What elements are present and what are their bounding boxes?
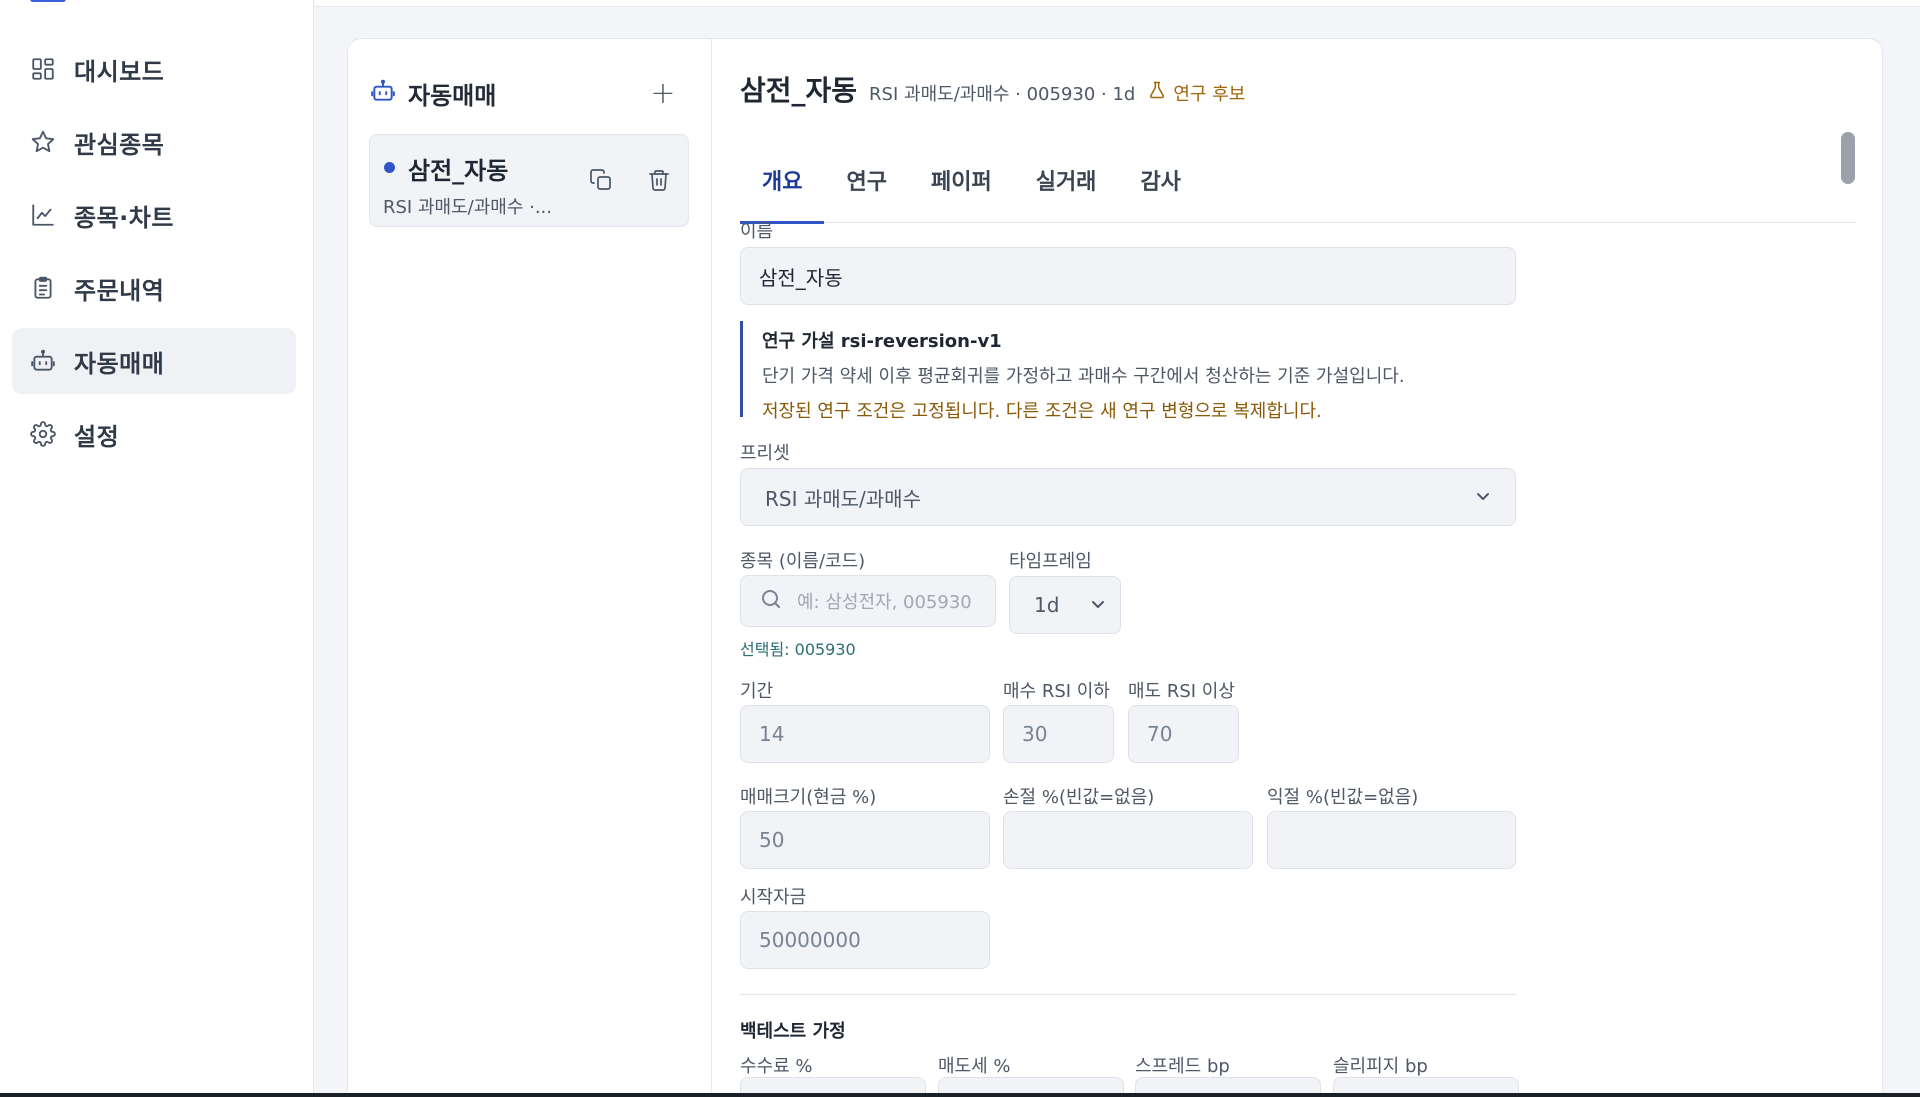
flask-icon bbox=[1147, 80, 1167, 105]
scrollbar-thumb[interactable] bbox=[1841, 132, 1855, 184]
preset-select-value: RSI 과매도/과매수 bbox=[765, 486, 921, 511]
strategy-detail-panel: 삼전_자동 RSI 과매도/과매수 · 005930 · 1d 연구 후보 개요… bbox=[740, 39, 1860, 1097]
timeframe-select-value: 1d bbox=[1034, 593, 1060, 617]
clipboard-icon bbox=[30, 275, 56, 301]
symbol-label: 종목 (이름/코드) bbox=[740, 551, 866, 572]
status-badge-label: 연구 후보 bbox=[1173, 83, 1246, 105]
sidebar-item-orders[interactable]: 주문내역 bbox=[12, 255, 296, 321]
sidebar-item-label: 대시보드 bbox=[74, 57, 165, 86]
detail-header: 삼전_자동 RSI 과매도/과매수 · 005930 · 1d 연구 후보 bbox=[740, 69, 1245, 109]
strategy-list-header: 자동매매 + bbox=[370, 73, 680, 113]
auto-trading-card: 자동매매 + 삼전_자동 RSI 과매도/과매수 ·... 삼전_자동 RSI … bbox=[347, 38, 1883, 1097]
hypothesis-warning: 저장된 연구 조건은 고정됩니다. 다른 조건은 새 연구 변형으로 복제합니다… bbox=[762, 401, 1322, 422]
robot-icon bbox=[370, 78, 396, 108]
sidebar-item-settings[interactable]: 설정 bbox=[12, 401, 296, 467]
timeframe-select[interactable]: 1d bbox=[1009, 576, 1121, 634]
tab-paper[interactable]: 페이퍼 bbox=[909, 137, 1014, 223]
window-bottom-edge bbox=[0, 1093, 1920, 1097]
sidebar-item-label: 자동매매 bbox=[74, 349, 165, 378]
sidebar-item-label: 설정 bbox=[74, 422, 120, 451]
sidebar-item-auto-trading[interactable]: 자동매매 bbox=[12, 328, 296, 394]
period-input[interactable]: 14 bbox=[740, 705, 990, 763]
preset-label: 프리셋 bbox=[740, 443, 790, 464]
sell-rsi-label: 매도 RSI 이상 bbox=[1128, 681, 1235, 702]
app-window: 대시보드 관심종목 종목·차트 주문내역 자동매매 설정 자동매매 + 삼전_자… bbox=[0, 0, 1920, 1097]
tab-audit[interactable]: 감사 bbox=[1118, 137, 1202, 223]
sidebar: 대시보드 관심종목 종목·차트 주문내역 자동매매 설정 bbox=[0, 0, 314, 1097]
strategy-list-item[interactable]: 삼전_자동 RSI 과매도/과매수 ·... bbox=[369, 134, 689, 227]
period-label: 기간 bbox=[740, 681, 774, 702]
sidebar-item-label: 주문내역 bbox=[74, 276, 165, 305]
robot-icon bbox=[30, 348, 56, 374]
name-field[interactable]: 삼전_자동 bbox=[740, 247, 1516, 305]
strategy-description: RSI 과매도/과매수 ·... bbox=[383, 197, 552, 218]
hypothesis-title: 연구 가설 rsi-reversion-v1 bbox=[762, 331, 1002, 352]
gear-icon bbox=[30, 421, 56, 447]
trade-size-label: 매매크기(현금 %) bbox=[740, 787, 877, 808]
star-icon bbox=[30, 129, 56, 155]
copy-icon[interactable] bbox=[586, 165, 616, 195]
tab-overview[interactable]: 개요 bbox=[740, 137, 825, 224]
section-divider bbox=[740, 994, 1516, 995]
sell-rsi-input[interactable]: 70 bbox=[1128, 705, 1239, 763]
top-bar bbox=[315, 0, 1920, 7]
tab-live[interactable]: 실거래 bbox=[1014, 137, 1119, 223]
chevron-down-icon bbox=[1475, 485, 1491, 509]
strategy-meta: RSI 과매도/과매수 · 005930 · 1d bbox=[869, 84, 1136, 105]
buy-rsi-label: 매수 RSI 이하 bbox=[1003, 681, 1110, 702]
sidebar-item-watchlist[interactable]: 관심종목 bbox=[12, 109, 296, 175]
tax-label: 매도세 % bbox=[938, 1056, 1011, 1077]
fee-label: 수수료 % bbox=[740, 1056, 813, 1077]
slippage-label: 슬리피지 bp bbox=[1333, 1056, 1428, 1077]
tab-bar: 개요 연구 페이퍼 실거래 감사 bbox=[740, 137, 1856, 224]
tab-research[interactable]: 연구 bbox=[824, 137, 908, 223]
symbol-search-placeholder: 예: 삼성전자, 005930 bbox=[797, 592, 972, 613]
spread-label: 스프레드 bp bbox=[1135, 1056, 1230, 1077]
strategy-list-title: 자동매매 bbox=[408, 81, 497, 110]
trash-icon[interactable] bbox=[644, 165, 674, 195]
stop-loss-input[interactable] bbox=[1003, 811, 1253, 869]
sidebar-item-label: 관심종목 bbox=[74, 130, 165, 159]
add-strategy-button[interactable]: + bbox=[646, 76, 680, 111]
status-dot bbox=[384, 162, 395, 173]
selected-symbol-text: 선택됨: 005930 bbox=[740, 640, 856, 659]
name-label: 이름 bbox=[740, 221, 774, 242]
strategy-list-panel: 자동매매 + 삼전_자동 RSI 과매도/과매수 ·... bbox=[348, 39, 712, 1097]
symbol-search-input[interactable]: 예: 삼성전자, 005930 bbox=[740, 575, 996, 627]
buy-rsi-input[interactable]: 30 bbox=[1003, 705, 1114, 763]
strategy-name: 삼전_자동 bbox=[408, 157, 509, 185]
capital-label: 시작자금 bbox=[740, 887, 807, 908]
line-chart-icon bbox=[30, 202, 56, 228]
backtest-section-title: 백테스트 가정 bbox=[740, 1021, 846, 1042]
chevron-down-icon bbox=[1090, 593, 1106, 617]
preset-select[interactable]: RSI 과매도/과매수 bbox=[740, 468, 1516, 526]
take-profit-label: 익절 %(빈값=없음) bbox=[1267, 787, 1419, 808]
sidebar-item-charts[interactable]: 종목·차트 bbox=[12, 182, 296, 248]
trade-size-input[interactable]: 50 bbox=[740, 811, 990, 869]
status-badge: 연구 후보 bbox=[1147, 80, 1245, 106]
dashboard-icon bbox=[30, 56, 56, 82]
hypothesis-callout: 연구 가설 rsi-reversion-v1 단기 가격 약세 이후 평균회귀를… bbox=[740, 321, 1516, 422]
timeframe-label: 타임프레임 bbox=[1009, 551, 1092, 572]
sidebar-nav: 대시보드 관심종목 종목·차트 주문내역 자동매매 설정 bbox=[12, 36, 296, 474]
logo[interactable] bbox=[30, 0, 66, 2]
capital-input[interactable]: 50000000 bbox=[740, 911, 990, 969]
search-icon bbox=[759, 587, 783, 616]
hypothesis-description: 단기 가격 약세 이후 평균회귀를 가정하고 과매수 구간에서 청산하는 기준 … bbox=[762, 366, 1405, 387]
stop-loss-label: 손절 %(빈값=없음) bbox=[1003, 787, 1155, 808]
page-title: 삼전_자동 bbox=[740, 74, 858, 107]
sidebar-item-dashboard[interactable]: 대시보드 bbox=[12, 36, 296, 102]
take-profit-input[interactable] bbox=[1267, 811, 1516, 869]
sidebar-item-label: 종목·차트 bbox=[74, 203, 174, 232]
